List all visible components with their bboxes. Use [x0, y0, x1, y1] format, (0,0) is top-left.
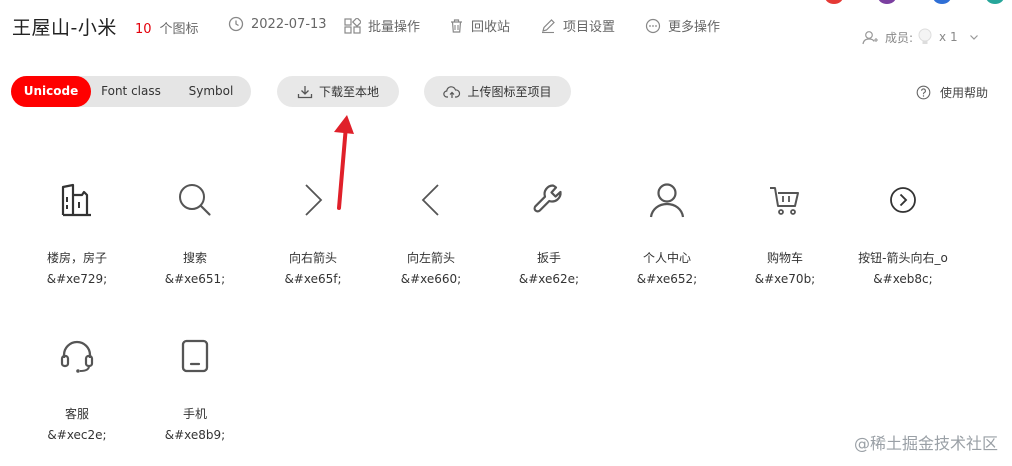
batch-operation-label: 批量操作: [368, 20, 421, 35]
building-icon: [61, 183, 91, 217]
trash-icon: [451, 18, 462, 33]
icon-card-circle-arrow-right[interactable]: 按钮-箭头向右_o &#xeb8c;: [844, 170, 962, 300]
icon-code: &#xe65f;: [284, 272, 342, 286]
icon-name: 向左箭头: [406, 251, 455, 265]
icon-name: 个人中心: [642, 251, 691, 265]
batch-operation-button[interactable]: 批量操作: [344, 16, 420, 35]
partial-avatar-purple: [878, 0, 896, 4]
user-icon: [649, 183, 685, 218]
icon-code: &#xec2e;: [47, 428, 107, 442]
icon-card-arrow-right[interactable]: 向右箭头 &#xe65f;: [254, 170, 372, 300]
icon-name: 购物车: [766, 251, 803, 265]
icon-code: &#xe70b;: [754, 272, 816, 286]
icon-count-unit: 个图标: [159, 22, 199, 37]
help-link[interactable]: 使用帮助: [916, 84, 988, 101]
pencil-icon: [542, 18, 555, 33]
partial-avatar-teal: [986, 0, 1004, 4]
members-dropdown[interactable]: 成员: x 1: [862, 27, 986, 47]
icon-code: &#xe62e;: [518, 272, 580, 286]
icon-card-user[interactable]: 个人中心 &#xe652;: [608, 170, 726, 300]
icon-name: 按钮-箭头向右_o: [858, 251, 948, 265]
icon-code: &#xe652;: [636, 272, 698, 286]
icon-name: 扳手: [536, 251, 561, 265]
upload-button[interactable]: 上传图标至项目: [424, 76, 571, 107]
icon-name: 客服: [64, 407, 89, 421]
icon-code: &#xeb8c;: [873, 272, 933, 286]
project-settings-label: 项目设置: [563, 20, 616, 35]
project-date: 2022-07-13: [228, 16, 327, 32]
more-dots-icon: [645, 18, 661, 33]
recycle-bin-button[interactable]: 回收站: [449, 16, 510, 35]
members-count: x 1: [939, 30, 958, 44]
batch-grid-icon: [344, 17, 361, 34]
icon-card-headset[interactable]: 客服 &#xec2e;: [18, 326, 136, 456]
partial-avatar-red: [825, 0, 843, 4]
date-label: 2022-07-13: [251, 16, 327, 32]
partial-avatar-blue: [933, 0, 951, 4]
question-circle-icon: [916, 85, 931, 100]
more-actions-label: 更多操作: [668, 20, 721, 35]
download-button[interactable]: 下载至本地: [277, 76, 399, 107]
icon-card-phone[interactable]: 手机 &#xe8b9;: [136, 326, 254, 456]
recycle-bin-label: 回收站: [471, 20, 511, 35]
cloud-upload-icon: [443, 85, 461, 98]
download-label: 下载至本地: [318, 85, 379, 99]
more-actions-button[interactable]: 更多操作: [645, 16, 720, 35]
icon-count: 10 个图标: [135, 18, 199, 37]
tab-symbol[interactable]: Symbol: [171, 76, 251, 107]
cart-icon: [770, 187, 799, 215]
members-label: 成员:: [885, 30, 914, 45]
wrench-icon: [533, 184, 562, 213]
icon-count-number: 10: [135, 22, 152, 37]
icon-card-arrow-left[interactable]: 向左箭头 &#xe660;: [372, 170, 490, 300]
icon-code: &#xe651;: [164, 272, 226, 286]
circle-arrow-right-icon: [890, 187, 916, 213]
arrow-left-icon: [421, 184, 439, 216]
watermark: @稀土掘金技术社区: [853, 434, 998, 453]
headset-icon: [60, 340, 94, 373]
download-icon: [297, 85, 313, 98]
icon-code: &#xe660;: [400, 272, 462, 286]
members-icon: [862, 30, 878, 44]
upload-label: 上传图标至项目: [467, 85, 552, 99]
icon-card-building[interactable]: 楼房，房子 &#xe729;: [18, 170, 136, 300]
icon-card-cart[interactable]: 购物车 &#xe70b;: [726, 170, 844, 300]
icon-code: &#xe8b9;: [164, 428, 226, 442]
icon-name: 搜索: [182, 251, 207, 265]
code-format-tabs: Unicode Font class Symbol: [11, 76, 251, 107]
phone-icon: [181, 339, 209, 373]
tab-unicode[interactable]: Unicode: [11, 76, 91, 107]
lightbulb-avatar-icon: [918, 28, 932, 44]
help-label: 使用帮助: [940, 86, 989, 100]
project-settings-button[interactable]: 项目设置: [540, 16, 615, 35]
icon-name: 向右箭头: [288, 251, 337, 265]
tab-font-class[interactable]: Font class: [91, 76, 171, 107]
icon-code: &#xe729;: [46, 272, 108, 286]
icon-card-search[interactable]: 搜索 &#xe651;: [136, 170, 254, 300]
project-title: 王屋山-小米: [12, 17, 117, 39]
clock-icon: [228, 16, 244, 32]
icon-name: 手机: [182, 407, 207, 421]
icon-card-wrench[interactable]: 扳手 &#xe62e;: [490, 170, 608, 300]
chevron-down-icon: [969, 35, 978, 40]
arrow-right-icon: [305, 184, 323, 216]
toolbar: Unicode Font class Symbol 下载至本地 上传图标至项目 …: [0, 74, 1012, 110]
project-header: 王屋山-小米 10 个图标 2022-07-13 批量操作 回收站 项目设置 更多…: [0, 0, 1012, 56]
icon-name: 楼房，房子: [46, 251, 107, 265]
search-icon: [179, 184, 211, 216]
